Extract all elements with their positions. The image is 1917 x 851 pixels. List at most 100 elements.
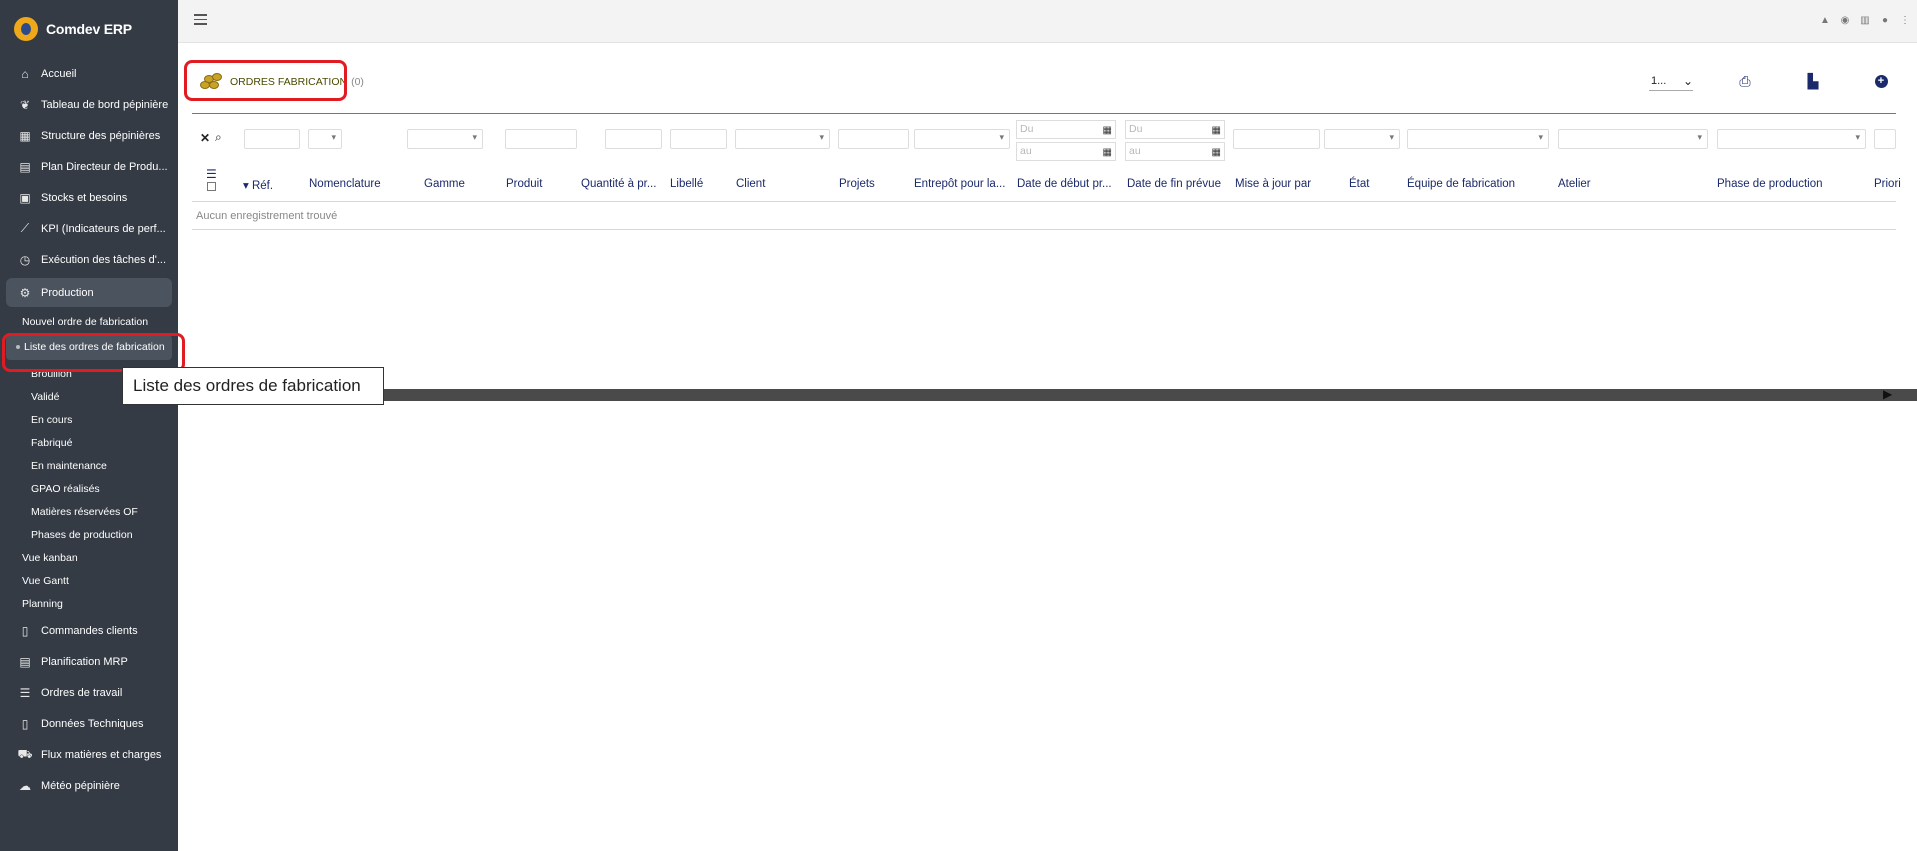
filter-equipe[interactable] bbox=[1407, 129, 1549, 149]
rows-per-page-value: 1... bbox=[1651, 74, 1667, 87]
sidebar-item-kpi[interactable]: ⟋ KPI (Indicateurs de perf... bbox=[0, 213, 178, 244]
column-toggle[interactable]: ☰ bbox=[206, 168, 220, 191]
sidebar-item-label: Données Techniques bbox=[41, 717, 144, 730]
sidebar-view-kanban[interactable]: Vue kanban bbox=[0, 546, 178, 569]
sidebar: Comdev ERP ⌂ Accueil ❦ Tableau de bord p… bbox=[0, 0, 178, 851]
horizontal-scrollbar[interactable] bbox=[353, 389, 1917, 401]
filter-quantite[interactable] bbox=[605, 129, 662, 149]
brand[interactable]: Comdev ERP bbox=[0, 0, 178, 58]
filter-phase[interactable] bbox=[1717, 129, 1866, 149]
more-vertical-icon[interactable]: ⋮ bbox=[1899, 14, 1911, 26]
filter-gamme[interactable] bbox=[407, 129, 483, 149]
sidebar-subitem-nouvel-ordre[interactable]: Nouvel ordre de fabrication bbox=[0, 310, 178, 333]
sidebar-status-maintenance[interactable]: En maintenance bbox=[0, 454, 178, 477]
filter-libelle[interactable] bbox=[670, 129, 727, 149]
coins-icon bbox=[200, 73, 222, 91]
calendar-icon[interactable]: ▦ bbox=[1212, 144, 1221, 161]
column-header-ref[interactable]: ▾ Réf. bbox=[243, 178, 273, 192]
record-count: (0) bbox=[351, 76, 364, 88]
column-header-priorite[interactable]: Priori bbox=[1874, 178, 1901, 190]
scroll-right-arrow-icon[interactable]: ▶ bbox=[1883, 387, 1892, 401]
sidebar-view-planning[interactable]: Planning bbox=[0, 592, 178, 615]
filter-date-debut-au[interactable]: au ▦ bbox=[1016, 142, 1116, 161]
hamburger-menu-icon[interactable] bbox=[194, 14, 207, 25]
sidebar-item-meteo[interactable]: ☁ Météo pépinière bbox=[0, 770, 178, 801]
filter-nomenclature[interactable] bbox=[308, 129, 342, 149]
filter-entrepot[interactable] bbox=[914, 129, 1010, 149]
clear-filters-icon[interactable]: ✕ bbox=[200, 131, 210, 145]
sidebar-view-gantt[interactable]: Vue Gantt bbox=[0, 569, 178, 592]
sidebar-item-ordres-travail[interactable]: ☰ Ordres de travail bbox=[0, 677, 178, 708]
table-header-row: ☰ ▾ Réf. Nomenclature Gamme Produit Quan… bbox=[192, 166, 1901, 202]
add-record-button[interactable]: + bbox=[1869, 69, 1893, 93]
select-all-checkbox[interactable] bbox=[207, 182, 216, 191]
column-header-produit[interactable]: Produit bbox=[506, 178, 542, 190]
filter-mise-a-jour[interactable] bbox=[1233, 129, 1320, 149]
export-excel-button[interactable]: ▙ bbox=[1801, 69, 1825, 93]
filter-date-fin-du[interactable]: Du ▦ bbox=[1125, 120, 1225, 139]
filter-projets[interactable] bbox=[838, 129, 909, 149]
calendar-icon[interactable]: ▦ bbox=[1212, 122, 1221, 139]
column-header-date-fin[interactable]: Date de fin prévue bbox=[1127, 178, 1221, 190]
sidebar-item-stocks[interactable]: ▣ Stocks et besoins bbox=[0, 182, 178, 213]
sidebar-item-commandes[interactable]: ▯ Commandes clients bbox=[0, 615, 178, 646]
sidebar-status-phases[interactable]: Phases de production bbox=[0, 523, 178, 546]
calendar-icon[interactable]: ▦ bbox=[1103, 122, 1112, 139]
sidebar-item-label: Accueil bbox=[41, 67, 77, 80]
sidebar-item-flux[interactable]: ⛟ Flux matières et charges bbox=[0, 739, 178, 770]
column-header-equipe[interactable]: Équipe de fabrication bbox=[1407, 178, 1515, 190]
rows-per-page-select[interactable]: 1... ⌄ bbox=[1649, 71, 1693, 91]
cloud-sun-icon: ☁ bbox=[19, 778, 31, 793]
sidebar-item-structure[interactable]: ▦ Structure des pépinières bbox=[0, 120, 178, 151]
date-placeholder: au bbox=[1129, 145, 1141, 157]
filter-date-debut-du[interactable]: Du ▦ bbox=[1016, 120, 1116, 139]
sidebar-status-gpao[interactable]: GPAO réalisés bbox=[0, 477, 178, 500]
filter-ref[interactable] bbox=[244, 129, 300, 149]
column-header-date-debut[interactable]: Date de début pr... bbox=[1017, 178, 1112, 190]
sidebar-item-donnees[interactable]: ▯ Données Techniques bbox=[0, 708, 178, 739]
search-icon[interactable]: ⌕ bbox=[215, 130, 222, 145]
column-header-atelier[interactable]: Atelier bbox=[1558, 178, 1591, 190]
sidebar-status-en-cours[interactable]: En cours bbox=[0, 408, 178, 431]
column-header-mise-a-jour[interactable]: Mise à jour par bbox=[1235, 178, 1311, 190]
print-button[interactable]: ⎙ bbox=[1733, 69, 1757, 93]
sidebar-item-execution[interactable]: ◷ Exécution des tâches d'... bbox=[0, 244, 178, 275]
notifications-icon[interactable]: ▲ bbox=[1819, 14, 1831, 26]
messages-icon[interactable]: ◉ bbox=[1839, 14, 1851, 26]
printer-icon: ⎙ bbox=[1739, 72, 1751, 89]
sidebar-item-production[interactable]: ⚙ Production bbox=[6, 278, 172, 307]
sidebar-item-tableau-de-bord[interactable]: ❦ Tableau de bord pépinière bbox=[0, 89, 178, 120]
sidebar-subitem-liste-ordres[interactable]: Liste des ordres de fabrication bbox=[6, 335, 172, 360]
column-header-phase[interactable]: Phase de production bbox=[1717, 178, 1823, 190]
clipboard-icon[interactable]: ▥ bbox=[1859, 14, 1871, 26]
column-header-gamme[interactable]: Gamme bbox=[424, 178, 465, 190]
column-header-label: Réf. bbox=[251, 180, 274, 192]
calendar-icon[interactable]: ▦ bbox=[1103, 144, 1112, 161]
top-bar: ▲ ◉ ▥ ● ⋮ bbox=[178, 0, 1917, 43]
filter-atelier[interactable] bbox=[1558, 129, 1708, 149]
column-header-etat[interactable]: État bbox=[1349, 178, 1369, 190]
column-header-nomenclature[interactable]: Nomenclature bbox=[309, 178, 381, 190]
filter-date-fin-au[interactable]: au ▦ bbox=[1125, 142, 1225, 161]
column-header-projets[interactable]: Projets bbox=[839, 178, 875, 190]
column-header-client[interactable]: Client bbox=[736, 178, 765, 190]
sidebar-item-label: Météo pépinière bbox=[41, 779, 120, 792]
sidebar-subitem-label: Liste des ordres de fabrication bbox=[24, 341, 165, 353]
column-header-entrepot[interactable]: Entrepôt pour la... bbox=[914, 178, 1005, 190]
sidebar-item-accueil[interactable]: ⌂ Accueil bbox=[0, 58, 178, 89]
filter-produit[interactable] bbox=[505, 129, 577, 149]
sidebar-status-matieres[interactable]: Matières réservées OF bbox=[0, 500, 178, 523]
sidebar-item-plan-directeur[interactable]: ▤ Plan Directeur de Produ... bbox=[0, 151, 178, 182]
column-header-libelle[interactable]: Libellé bbox=[670, 178, 703, 190]
user-avatar-icon[interactable]: ● bbox=[1879, 14, 1891, 26]
chart-line-icon: ⟋ bbox=[20, 221, 30, 235]
empty-table-message: Aucun enregistrement trouvé bbox=[192, 202, 1896, 230]
filter-client[interactable] bbox=[735, 129, 830, 149]
list-columns-icon[interactable]: ☰ bbox=[206, 168, 220, 180]
sidebar-item-label: Commandes clients bbox=[41, 624, 138, 637]
sidebar-status-fabrique[interactable]: Fabriqué bbox=[0, 431, 178, 454]
sidebar-item-mrp[interactable]: ▤ Planification MRP bbox=[0, 646, 178, 677]
filter-etat[interactable] bbox=[1324, 129, 1400, 149]
column-header-quantite[interactable]: Quantité à pr... bbox=[581, 178, 656, 190]
filter-priorite[interactable] bbox=[1874, 129, 1896, 149]
